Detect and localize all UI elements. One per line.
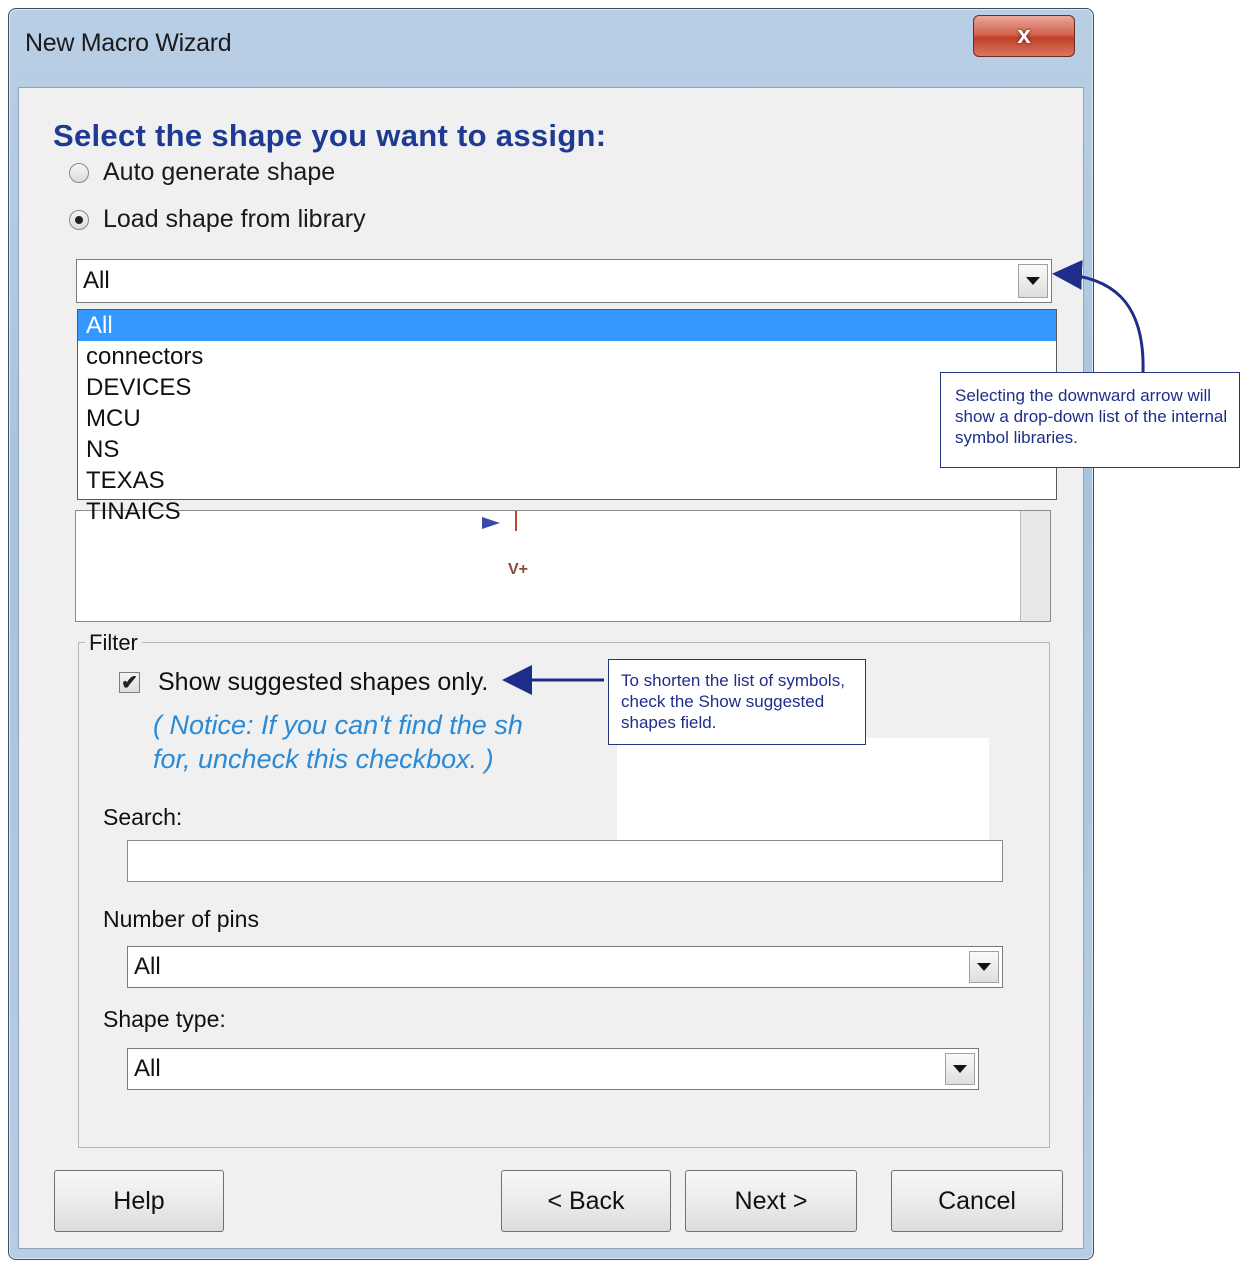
chevron-down-icon <box>1026 277 1040 285</box>
shape-type-select[interactable]: All <box>127 1048 979 1090</box>
dropdown-option[interactable]: NS <box>78 434 1056 465</box>
pins-select[interactable]: All <box>127 946 1003 988</box>
library-combo-value: All <box>83 267 110 294</box>
back-button[interactable]: < Back <box>501 1170 671 1232</box>
checkbox-callout-box: To shorten the list of symbols, check th… <box>608 659 866 745</box>
chevron-down-icon <box>977 963 991 971</box>
shape-type-select-value: All <box>134 1055 161 1082</box>
wizard-window: New Macro Wizard x Select the shape you … <box>8 8 1094 1260</box>
page-title: Select the shape you want to assign: <box>53 118 607 153</box>
cancel-button[interactable]: Cancel <box>891 1170 1063 1232</box>
dropdown-option[interactable]: TINAICS <box>78 496 1056 527</box>
dropdown-option[interactable]: DEVICES <box>78 372 1056 403</box>
search-label: Search: <box>103 804 183 830</box>
shape-type-label: Shape type: <box>103 1006 226 1032</box>
pins-dropdown-button[interactable] <box>969 951 999 983</box>
dropdown-option[interactable]: TEXAS <box>78 465 1056 496</box>
help-button[interactable]: Help <box>54 1170 224 1232</box>
radio-load-library[interactable]: Load shape from library <box>69 205 366 234</box>
notice-line-2: for, uncheck this checkbox. ) <box>153 744 494 774</box>
shape-type-dropdown-button[interactable] <box>945 1053 975 1085</box>
radio-library-label: Load shape from library <box>103 205 366 233</box>
notice-line-1: ( Notice: If you can't find the sh <box>153 710 523 740</box>
radio-auto-generate[interactable]: Auto generate shape <box>69 158 335 187</box>
suggested-shapes-checkbox-row[interactable]: ✔ Show suggested shapes only. <box>119 668 488 697</box>
checkmark-icon: ✔ <box>121 671 138 694</box>
dropdown-option[interactable]: connectors <box>78 341 1056 372</box>
suggested-shapes-checkbox[interactable]: ✔ <box>119 672 140 693</box>
dropdown-option[interactable]: All <box>78 310 1056 341</box>
window-title: New Macro Wizard <box>25 29 232 57</box>
radio-button-library[interactable] <box>69 209 89 230</box>
library-dropdown-button[interactable] <box>1018 264 1048 298</box>
pins-label: Number of pins <box>103 906 259 932</box>
close-button[interactable]: x <box>973 15 1075 57</box>
wizard-client-area: Select the shape you want to assign: Aut… <box>18 87 1084 1249</box>
notice-text: ( Notice: If you can't find the sh for, … <box>153 708 623 776</box>
preview-scrollbar[interactable] <box>1020 511 1050 621</box>
radio-auto-label: Auto generate shape <box>103 158 336 186</box>
dropdown-option[interactable]: MCU <box>78 403 1056 434</box>
search-input[interactable] <box>127 840 1003 882</box>
close-icon: x <box>1017 22 1031 49</box>
pins-select-value: All <box>134 953 161 980</box>
radio-selected-dot <box>75 215 83 224</box>
next-button[interactable]: Next > <box>685 1170 857 1232</box>
library-combo[interactable]: All <box>76 259 1052 303</box>
library-dropdown-list[interactable]: All connectors DEVICES MCU NS TEXAS TINA… <box>77 309 1057 525</box>
chevron-down-icon <box>953 1065 967 1073</box>
title-bar[interactable]: New Macro Wizard x <box>9 9 1093 83</box>
suggested-shapes-label: Show suggested shapes only. <box>158 668 489 696</box>
radio-button-auto[interactable] <box>69 162 89 183</box>
preview-pin-label: V+ <box>508 561 529 578</box>
filter-legend: Filter <box>85 630 142 656</box>
arrow-callout-box: Selecting the downward arrow will show a… <box>940 372 1240 468</box>
